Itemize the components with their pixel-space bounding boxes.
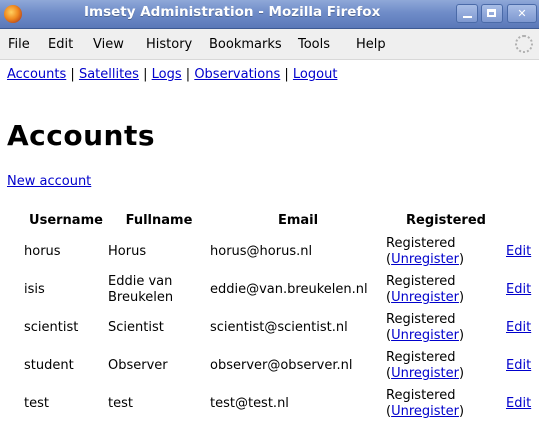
edit-link[interactable]: Edit [506, 244, 531, 259]
cell-fullname: Observer [108, 358, 168, 373]
cell-registered: Registered (Unregister) [386, 385, 506, 423]
cell-email: scientist@scientist.nl [210, 320, 348, 335]
cell-email: eddie@van.breukelen.nl [210, 282, 368, 297]
header-username: Username [29, 213, 103, 228]
nav-observations-link[interactable]: Observations [194, 67, 280, 82]
nav-accounts-link[interactable]: Accounts [7, 67, 66, 82]
unregister-link[interactable]: Unregister [391, 404, 459, 419]
registered-status: Registered [386, 388, 456, 403]
paren-close: ) [458, 328, 465, 343]
nav-satellites-link[interactable]: Satellites [79, 67, 139, 82]
cell-edit: Edit [506, 309, 536, 347]
registered-status: Registered [386, 274, 456, 289]
paren-close: ) [458, 404, 465, 419]
cell-fullname: Scientist [108, 320, 164, 335]
unregister-link[interactable]: Unregister [391, 252, 459, 267]
nav-separator: | [284, 67, 289, 82]
cell-fullname: test [108, 396, 133, 411]
cell-username: horus [24, 244, 61, 259]
firefox-logo-icon [4, 5, 22, 23]
table-row: student Observer observer@observer.nl Re… [24, 347, 536, 385]
nav-logout-link[interactable]: Logout [293, 67, 338, 82]
menu-tools[interactable]: Tools [298, 37, 330, 52]
header-fullname: Fullname [125, 213, 193, 228]
cell-email: observer@observer.nl [210, 358, 353, 373]
nav-separator: | [143, 67, 148, 82]
paren-close: ) [458, 252, 465, 267]
menu-edit[interactable]: Edit [48, 37, 73, 52]
unregister-link[interactable]: Unregister [391, 328, 459, 343]
menu-history[interactable]: History [146, 37, 192, 52]
menu-file[interactable]: File [8, 37, 30, 52]
nav-separator: | [70, 67, 75, 82]
cell-username: test [24, 396, 49, 411]
unregister-link[interactable]: Unregister [391, 366, 459, 381]
cell-fullname: Eddie van Breukelen [108, 274, 174, 305]
nav-logs-link[interactable]: Logs [152, 67, 182, 82]
throbber-icon [515, 35, 533, 53]
cell-registered: Registered (Unregister) [386, 309, 506, 347]
header-edit [506, 208, 536, 233]
cell-fullname: Horus [108, 244, 147, 259]
table-row: scientist Scientist scientist@scientist.… [24, 309, 536, 347]
menu-view[interactable]: View [93, 37, 124, 52]
table-row: horus Horus horus@horus.nl Registered (Un… [24, 233, 536, 271]
edit-link[interactable]: Edit [506, 396, 531, 411]
cell-edit: Edit [506, 385, 536, 423]
header-registered: Registered [406, 213, 486, 228]
browser-window: Imsety Administration - Mozilla Firefox … [0, 0, 539, 432]
paren-close: ) [458, 290, 465, 305]
cell-edit: Edit [506, 271, 536, 309]
edit-link[interactable]: Edit [506, 358, 531, 373]
new-account-link[interactable]: New account [7, 174, 91, 189]
nav-separator: | [185, 67, 191, 82]
cell-username: scientist [24, 320, 79, 335]
table-header-row: Username Fullname Email Registered [24, 208, 536, 233]
page-content: Accounts | Satellites | Logs | Observati… [0, 60, 539, 432]
title-bar: Imsety Administration - Mozilla Firefox … [0, 0, 539, 29]
table-row: test test test@test.nl Registered (Unregi… [24, 385, 536, 423]
cell-edit: Edit [506, 233, 536, 271]
close-button[interactable]: ✕ [507, 4, 537, 23]
cell-registered: Registered (Unregister) [386, 271, 506, 309]
registered-status: Registered [386, 312, 456, 327]
paren-close: ) [458, 366, 465, 381]
top-navigation: Accounts | Satellites | Logs | Observati… [7, 67, 337, 82]
cell-email: test@test.nl [210, 396, 289, 411]
cell-registered: Registered (Unregister) [386, 347, 506, 385]
menu-bookmarks[interactable]: Bookmarks [209, 37, 282, 52]
close-icon: ✕ [517, 7, 527, 20]
cell-registered: Registered (Unregister) [386, 233, 506, 271]
edit-link[interactable]: Edit [506, 320, 531, 335]
cell-edit: Edit [506, 347, 536, 385]
menu-bar: File Edit View History Bookmarks Tools H… [0, 29, 539, 60]
cell-username: isis [24, 282, 45, 297]
window-title: Imsety Administration - Mozilla Firefox [84, 4, 381, 20]
registered-status: Registered [386, 350, 456, 365]
accounts-table: Username Fullname Email Registered horus… [24, 208, 536, 423]
maximize-button[interactable] [481, 4, 503, 23]
menu-help[interactable]: Help [356, 37, 386, 52]
cell-email: horus@horus.nl [210, 244, 313, 259]
unregister-link[interactable]: Unregister [391, 290, 459, 305]
table-row: isis Eddie van Breukelen eddie@van.breuk… [24, 271, 536, 309]
minimize-button[interactable] [456, 4, 478, 23]
edit-link[interactable]: Edit [506, 282, 531, 297]
header-email: Email [277, 213, 319, 228]
page-title: Accounts [7, 119, 156, 152]
registered-status: Registered [386, 236, 456, 251]
cell-username: student [24, 358, 74, 373]
